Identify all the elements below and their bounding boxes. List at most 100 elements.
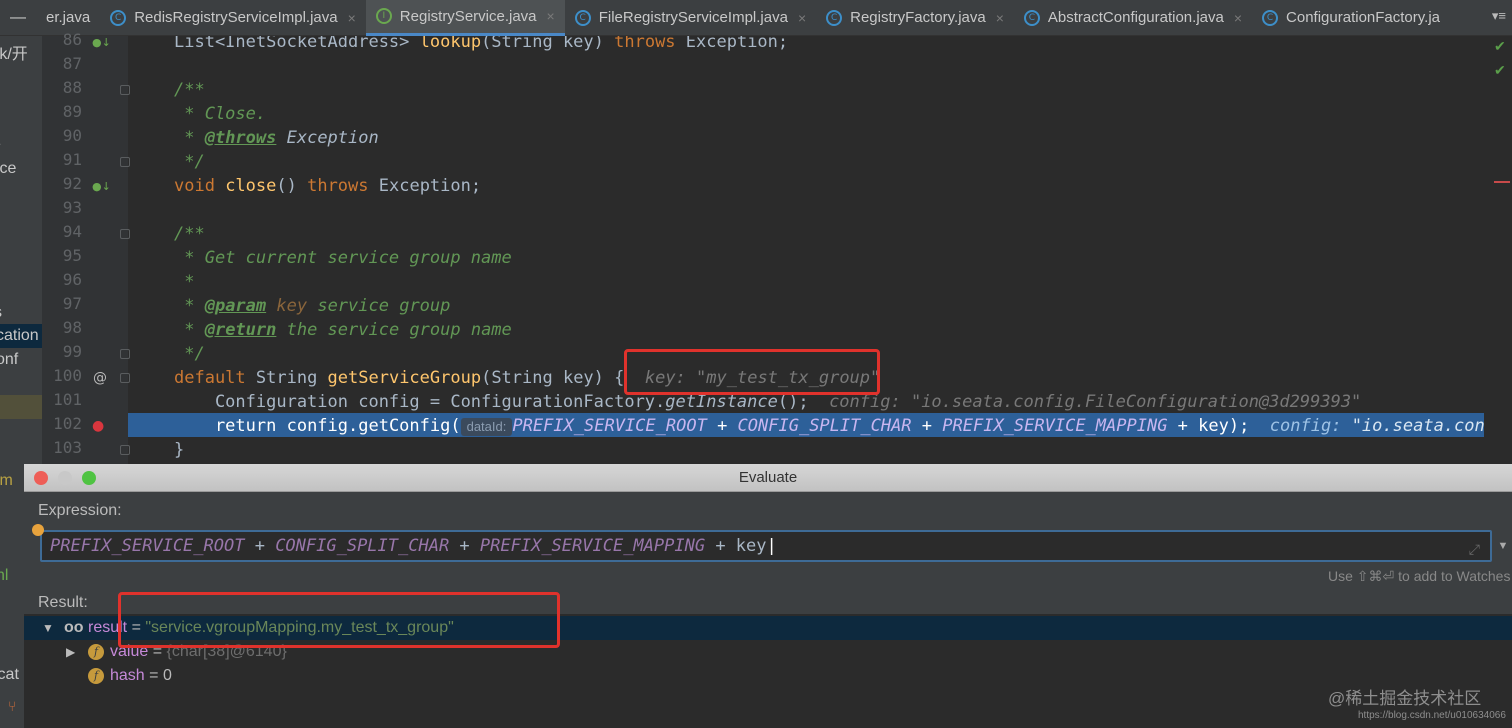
- project-item[interactable]: icat: [0, 666, 19, 684]
- code-line-96: *: [174, 272, 195, 292]
- tab-label: RedisRegistryServiceImpl.java: [134, 9, 338, 26]
- checkmark-icon: ✔: [1494, 62, 1506, 78]
- line-number: 100: [53, 366, 82, 385]
- tab-configuration-factory[interactable]: C ConfigurationFactory.ja: [1252, 0, 1450, 36]
- code-line-86: List<InetSocketAddress> lookup(String ke…: [174, 36, 789, 52]
- code-line-89: * Close.: [174, 104, 267, 124]
- result-label: Result:: [38, 594, 88, 611]
- tab-abstract-configuration[interactable]: C AbstractConfiguration.java ×: [1014, 0, 1252, 36]
- expression-input[interactable]: PREFIX_SERVICE_ROOT + CONFIG_SPLIT_CHAR …: [40, 530, 1492, 562]
- line-number: 98: [62, 318, 82, 337]
- line-number: 92: [62, 174, 82, 193]
- at-annotation-icon[interactable]: @: [93, 370, 107, 386]
- tab-file-registry-service-impl[interactable]: C FileRegistryServiceImpl.java ×: [565, 0, 816, 36]
- minimize-window-button[interactable]: [58, 471, 72, 485]
- close-icon[interactable]: ×: [798, 10, 806, 26]
- editor-error-stripe[interactable]: ✔ ✔: [1484, 36, 1512, 466]
- lightbulb-icon[interactable]: [32, 524, 44, 536]
- tree-row-hash[interactable]: f hash = 0: [24, 664, 1512, 688]
- class-icon: C: [1262, 9, 1279, 26]
- project-highlight: [0, 395, 42, 419]
- close-window-button[interactable]: [34, 471, 48, 485]
- history-dropdown-icon[interactable]: ▼: [1494, 530, 1512, 562]
- project-item[interactable]: rk/开: [0, 40, 28, 64]
- watches-hint: Use ⇧⌘⏎ to add to Watches: [1328, 568, 1511, 584]
- expand-icon[interactable]: ⤢: [1469, 536, 1480, 560]
- line-number: 88: [62, 78, 82, 97]
- checkmark-icon: ✔: [1494, 38, 1506, 54]
- code-line-90: * @throws Exception: [174, 128, 379, 148]
- param-hint-chip: dataId:: [460, 418, 513, 436]
- dialog-title: Evaluate: [24, 464, 1512, 492]
- tab-overflow-icon[interactable]: ▾≡: [1492, 8, 1506, 24]
- collapsed-triangle-icon[interactable]: ▶: [66, 640, 75, 664]
- code-editor[interactable]: List<InetSocketAddress> lookup(String ke…: [128, 36, 1484, 466]
- expanded-triangle-icon[interactable]: ▼: [42, 616, 54, 640]
- line-number: 101: [53, 390, 82, 409]
- tab-label: RegistryFactory.java: [850, 9, 986, 26]
- class-icon: C: [110, 9, 127, 26]
- line-number: 86: [62, 30, 82, 49]
- tab-label: er.java: [46, 9, 91, 26]
- code-line-95: * Get current service group name: [174, 248, 512, 268]
- class-icon: C: [1023, 9, 1040, 26]
- line-number: 102: [53, 414, 82, 433]
- tab-registry-service[interactable]: I RegistryService.java ×: [365, 0, 565, 36]
- project-item[interactable]: s: [0, 304, 2, 322]
- inline-debug-value: config: "io.seata.config.FileConfigurati…: [829, 392, 1362, 412]
- project-item[interactable]: im: [0, 472, 13, 490]
- code-line-103: }: [174, 440, 185, 460]
- breakpoint-icon[interactable]: ●: [92, 418, 104, 434]
- interface-icon: I: [375, 8, 392, 24]
- code-line-91: */: [174, 152, 205, 172]
- line-number: 91: [62, 150, 82, 169]
- watermark: @稀土掘金技术社区: [1328, 689, 1482, 708]
- editor-tab-bar: — er.java C RedisRegistryServiceImpl.java…: [0, 0, 1512, 36]
- line-number: 90: [62, 126, 82, 145]
- tab-redis-registry-service-impl[interactable]: C RedisRegistryServiceImpl.java ×: [100, 0, 366, 36]
- line-number: 103: [53, 438, 82, 457]
- line-number: 94: [62, 222, 82, 241]
- tab-label: AbstractConfiguration.java: [1047, 9, 1224, 26]
- line-number: 95: [62, 246, 82, 265]
- code-line-98: * @return the service group name: [174, 320, 512, 340]
- watch-glasses-icon: oo: [64, 619, 84, 636]
- close-icon[interactable]: ×: [348, 10, 356, 26]
- code-line-102: return config.getConfig(dataId: PREFIX_SE…: [174, 414, 1484, 438]
- line-number: 96: [62, 270, 82, 289]
- close-icon[interactable]: ×: [996, 10, 1004, 26]
- close-icon[interactable]: ×: [1234, 10, 1242, 26]
- project-item[interactable]: nl: [0, 567, 8, 585]
- tab-label: ConfigurationFactory.ja: [1286, 9, 1440, 26]
- error-stripe-mark[interactable]: [1494, 181, 1510, 183]
- project-item[interactable]: onf: [0, 351, 18, 369]
- code-line-97: * @param key service group: [174, 296, 451, 316]
- class-icon: C: [574, 9, 591, 26]
- tab-list-icon[interactable]: —: [0, 0, 36, 36]
- inline-debug-value: config: "io.seata.config: [1249, 416, 1484, 436]
- field-icon: f: [88, 643, 104, 660]
- project-item[interactable]: ice: [0, 160, 16, 178]
- tab-label: FileRegistryServiceImpl.java: [598, 9, 788, 26]
- project-item[interactable]: cation: [0, 327, 39, 345]
- project-item[interactable]: e: [0, 136, 1, 154]
- code-line-99: */: [174, 344, 205, 364]
- line-number: 89: [62, 102, 82, 121]
- field-icon: f: [88, 667, 104, 684]
- tab-label: RegistryService.java: [399, 7, 537, 25]
- tab-registry-factory[interactable]: C RegistryFactory.java ×: [816, 0, 1014, 36]
- line-number: 87: [62, 54, 82, 73]
- line-number: 99: [62, 342, 82, 361]
- implemented-method-icon[interactable]: ●↓: [92, 36, 111, 49]
- annotation-box: [118, 592, 560, 648]
- class-icon: C: [826, 9, 843, 26]
- code-line-88: /**: [174, 80, 205, 100]
- close-icon[interactable]: ×: [547, 8, 555, 24]
- code-line-94: /**: [174, 224, 205, 244]
- git-icon: ⑂: [8, 698, 17, 714]
- watermark-url: https://blog.csdn.net/u010634066: [1358, 710, 1506, 721]
- annotation-box: [624, 349, 880, 395]
- line-number: 93: [62, 198, 82, 217]
- maximize-window-button[interactable]: [82, 471, 96, 485]
- implemented-method-icon[interactable]: ●↓: [92, 180, 111, 193]
